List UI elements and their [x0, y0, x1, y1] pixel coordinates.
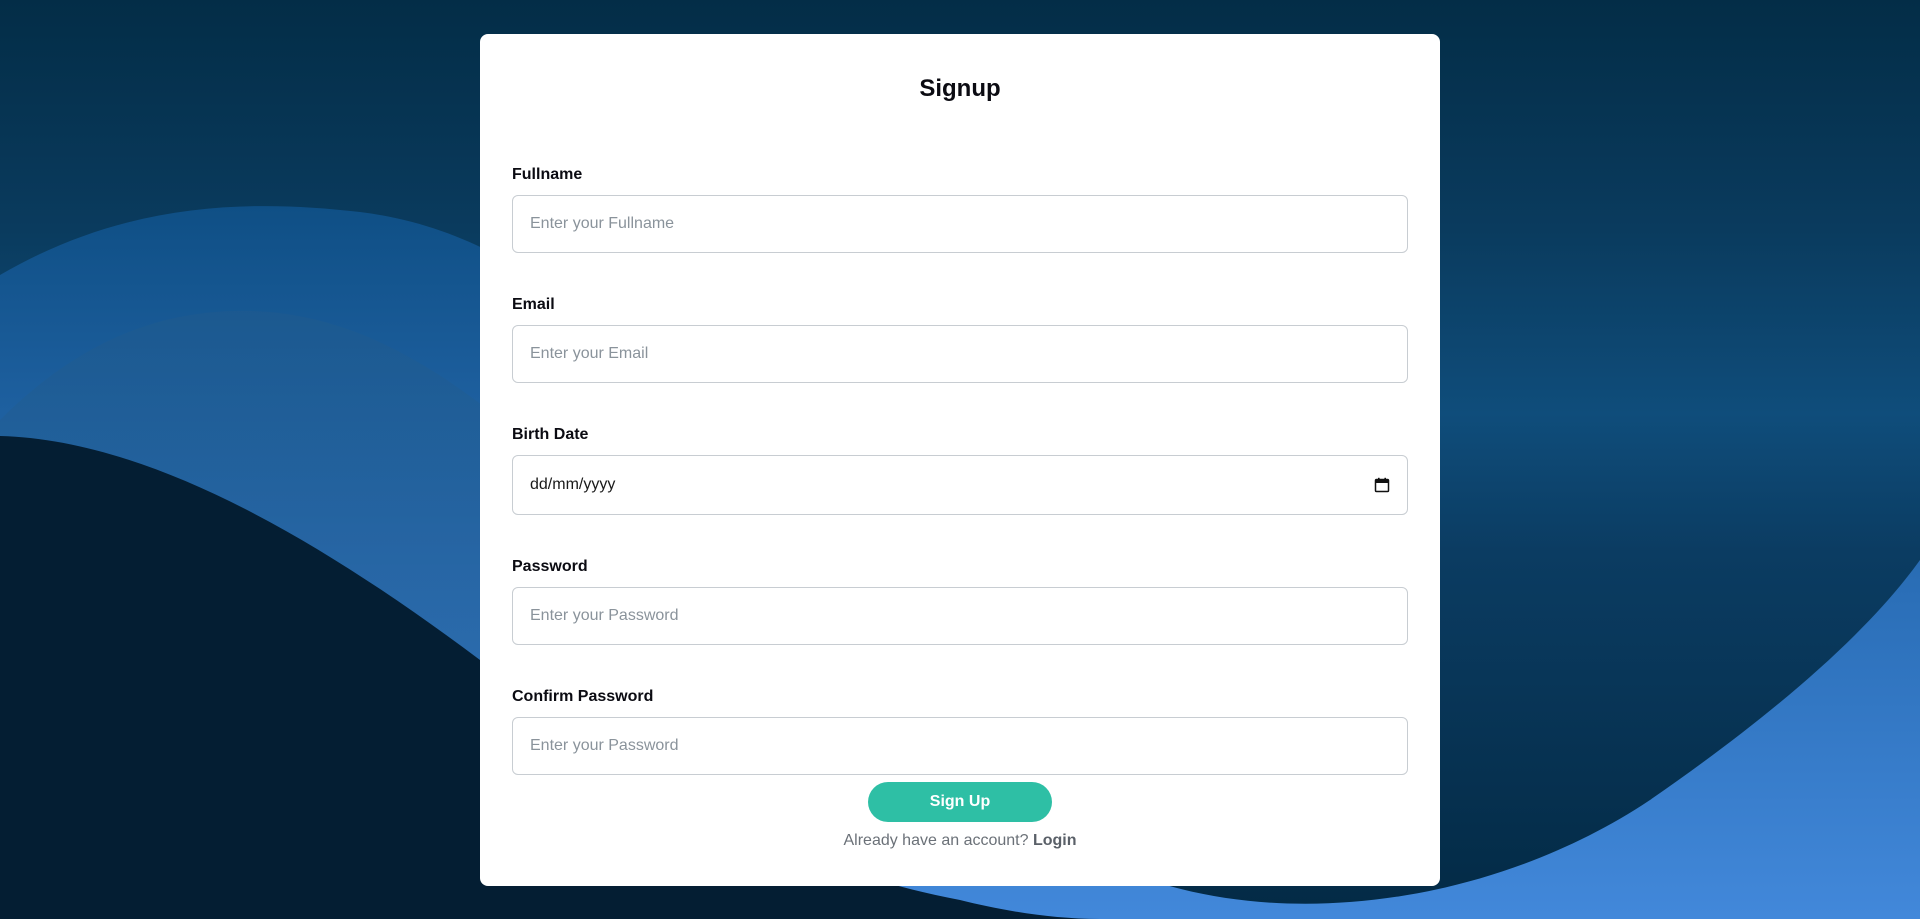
confirm-password-field-group: Confirm Password — [512, 687, 1408, 775]
birth-date-value: dd/mm/yyyy — [530, 476, 616, 493]
password-input[interactable] — [512, 587, 1408, 645]
birth-date-label: Birth Date — [512, 426, 589, 443]
birth-date-field-group: Birth Date dd/mm/yyyy — [512, 425, 1408, 515]
password-field-group: Password — [512, 557, 1408, 645]
calendar-icon[interactable] — [1374, 477, 1390, 493]
login-prompt-text: Already have an account? — [843, 832, 1029, 849]
birth-date-input[interactable]: dd/mm/yyyy — [512, 455, 1408, 515]
signup-card: Signup Fullname Email Birth Date dd/mm/y… — [480, 34, 1440, 886]
email-label: Email — [512, 296, 555, 313]
fullname-field-group: Fullname — [512, 165, 1408, 253]
login-link[interactable]: Login — [1033, 832, 1077, 849]
password-label: Password — [512, 558, 588, 575]
sign-up-button[interactable]: Sign Up — [868, 782, 1052, 822]
fullname-label: Fullname — [512, 166, 583, 183]
email-field-group: Email — [512, 295, 1408, 383]
confirm-password-label: Confirm Password — [512, 688, 654, 705]
confirm-password-input[interactable] — [512, 717, 1408, 775]
form-title: Signup — [919, 75, 1001, 102]
fullname-input[interactable] — [512, 195, 1408, 253]
email-input[interactable] — [512, 325, 1408, 383]
login-prompt-row: Already have an account? Login — [480, 831, 1440, 851]
